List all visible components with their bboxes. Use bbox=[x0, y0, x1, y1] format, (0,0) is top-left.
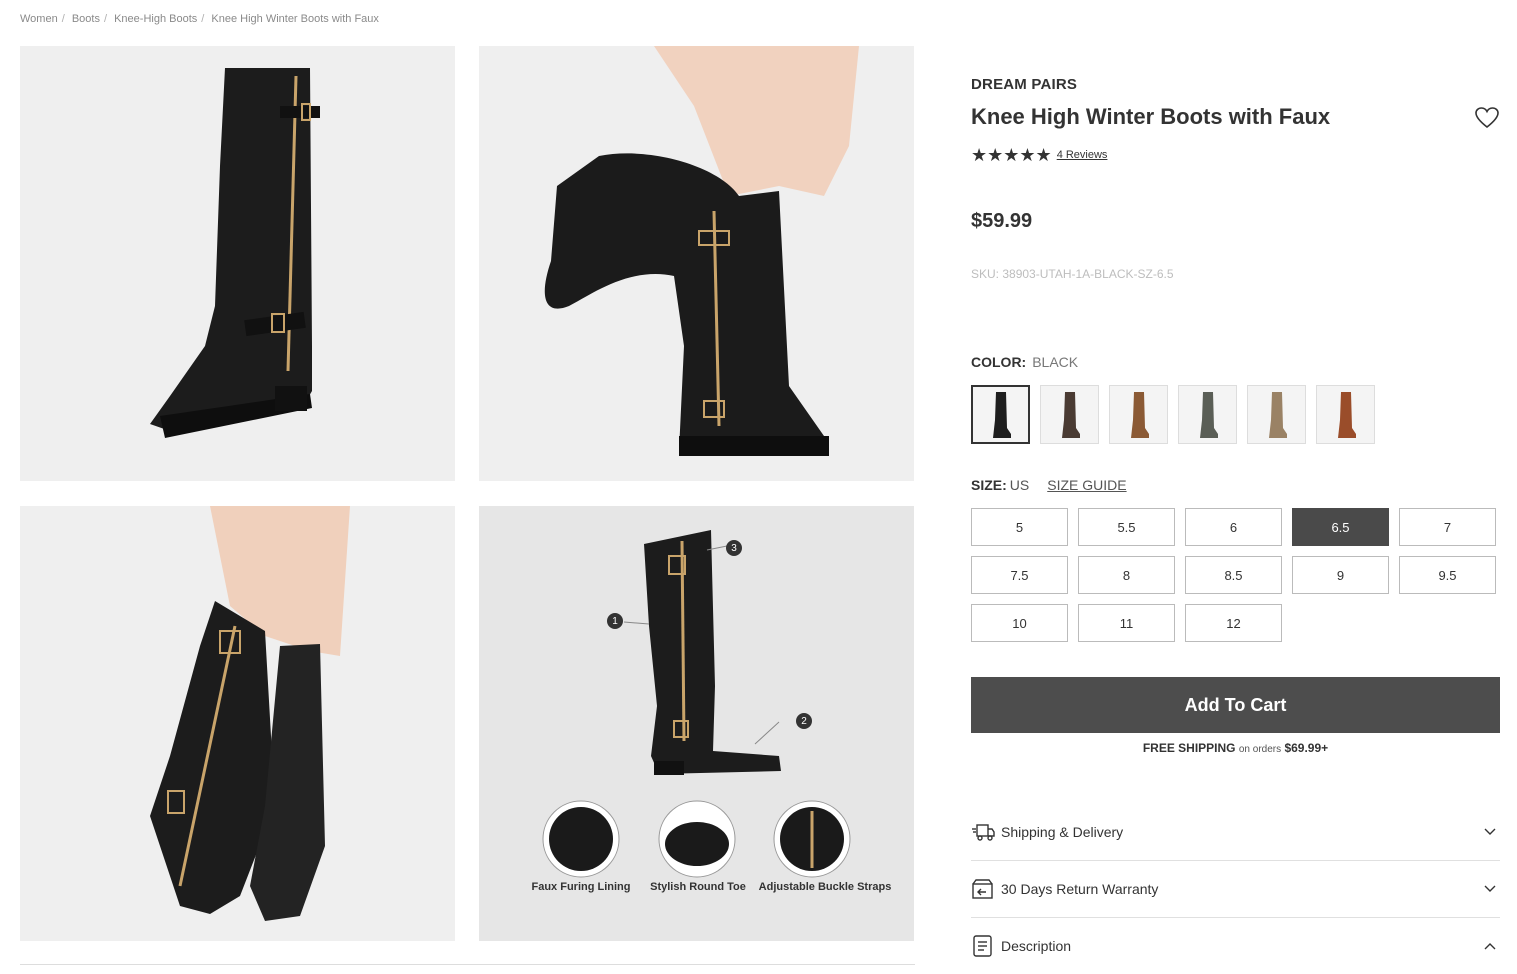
product-image-worn-side[interactable] bbox=[479, 46, 914, 481]
accordion-return[interactable]: 30 Days Return Warranty bbox=[971, 861, 1500, 918]
product-image-pair-worn[interactable] bbox=[20, 506, 455, 941]
free-shipping-label: FREE SHIPPING bbox=[1142, 741, 1236, 755]
size-option-11[interactable]: 11 bbox=[1078, 604, 1175, 642]
color-swatch-taupe[interactable] bbox=[1247, 385, 1306, 444]
size-option-8[interactable]: 8 bbox=[1078, 556, 1175, 594]
product-sku: SKU: 38903-UTAH-1A-BLACK-SZ-6.5 bbox=[971, 267, 1174, 281]
size-option-8-5[interactable]: 8.5 bbox=[1185, 556, 1282, 594]
gallery-divider bbox=[20, 964, 915, 965]
breadcrumb-boots[interactable]: Boots bbox=[72, 13, 100, 25]
accordion-shipping-label: Shipping & Delivery bbox=[1001, 824, 1124, 840]
size-option-9-5[interactable]: 9.5 bbox=[1399, 556, 1496, 594]
feature-label-buckle: Adjustable Buckle Straps bbox=[758, 881, 892, 893]
callout-2: 2 bbox=[796, 713, 812, 729]
callout-1: 1 bbox=[607, 613, 623, 629]
color-label: COLOR: bbox=[971, 354, 1027, 370]
boot-worn-illustration bbox=[544, 46, 859, 456]
callout-3: 3 bbox=[726, 540, 742, 556]
wishlist-heart-icon[interactable] bbox=[1474, 106, 1500, 130]
boot-side-illustration bbox=[150, 68, 320, 438]
reviews-link[interactable]: 4 Reviews bbox=[1057, 149, 1108, 161]
return-box-icon bbox=[971, 878, 995, 900]
chevron-down-icon bbox=[1480, 825, 1500, 839]
boot-features-illustration bbox=[542, 530, 851, 878]
boots-pair-illustration bbox=[150, 506, 350, 921]
size-option-7[interactable]: 7 bbox=[1399, 508, 1496, 546]
breadcrumb-current: Knee High Winter Boots with Faux bbox=[211, 13, 379, 25]
color-swatches bbox=[971, 385, 1385, 444]
color-swatch-black[interactable] bbox=[971, 385, 1030, 444]
color-selector-label: COLOR: BLACK bbox=[971, 354, 1078, 370]
accordion-return-label: 30 Days Return Warranty bbox=[1001, 881, 1159, 897]
size-option-7-5[interactable]: 7.5 bbox=[971, 556, 1068, 594]
accordion-description-label: Description bbox=[1001, 938, 1072, 954]
breadcrumb-women[interactable]: Women bbox=[20, 13, 58, 25]
color-selected-value: BLACK bbox=[1032, 354, 1079, 370]
color-swatch-cognac[interactable] bbox=[1316, 385, 1375, 444]
chevron-up-icon bbox=[1480, 939, 1500, 953]
product-image-side[interactable] bbox=[20, 46, 455, 481]
product-image-features[interactable] bbox=[479, 506, 914, 941]
chevron-down-icon bbox=[1480, 882, 1500, 896]
size-option-5-5[interactable]: 5.5 bbox=[1078, 508, 1175, 546]
brand-name[interactable]: DREAM PAIRS bbox=[971, 76, 1077, 93]
breadcrumb-knee-high-boots[interactable]: Knee-High Boots bbox=[114, 13, 197, 25]
size-option-6[interactable]: 6 bbox=[1185, 508, 1282, 546]
color-swatch-dark-brown[interactable] bbox=[1040, 385, 1099, 444]
size-option-6-5[interactable]: 6.5 bbox=[1292, 508, 1389, 546]
product-title: Knee High Winter Boots with Faux bbox=[971, 104, 1331, 129]
size-option-5[interactable]: 5 bbox=[971, 508, 1068, 546]
accordion-shipping[interactable]: Shipping & Delivery bbox=[971, 804, 1500, 861]
star-rating-icons: ★★★★★ bbox=[971, 145, 1052, 165]
free-shipping-amount: $69.99+ bbox=[1284, 741, 1329, 755]
size-option-12[interactable]: 12 bbox=[1185, 604, 1282, 642]
free-shipping-note: FREE SHIPPING on orders $69.99+ bbox=[971, 741, 1500, 755]
size-guide-link[interactable]: SIZE GUIDE bbox=[1047, 477, 1126, 493]
breadcrumb: Women / Boots / Knee-High Boots / Knee High… bbox=[20, 13, 379, 25]
size-unit: US bbox=[1009, 477, 1030, 493]
truck-icon bbox=[971, 821, 995, 843]
size-option-10[interactable]: 10 bbox=[971, 604, 1068, 642]
color-swatch-olive-gray[interactable] bbox=[1178, 385, 1237, 444]
size-label: SIZE: bbox=[971, 477, 1007, 493]
free-shipping-mid: on orders bbox=[1238, 744, 1282, 755]
add-to-cart-button[interactable]: Add To Cart bbox=[971, 677, 1500, 733]
feature-label-toe: Stylish Round Toe bbox=[650, 881, 746, 893]
document-icon bbox=[971, 935, 995, 957]
rating-stars: ★★★★★ 4 Reviews bbox=[971, 146, 1107, 164]
product-price: $59.99 bbox=[971, 210, 1033, 232]
size-selector-label: SIZE: US SIZE GUIDE bbox=[971, 477, 1127, 493]
color-swatch-brown[interactable] bbox=[1109, 385, 1168, 444]
size-option-9[interactable]: 9 bbox=[1292, 556, 1389, 594]
feature-label-lining: Faux Furing Lining bbox=[531, 881, 631, 893]
